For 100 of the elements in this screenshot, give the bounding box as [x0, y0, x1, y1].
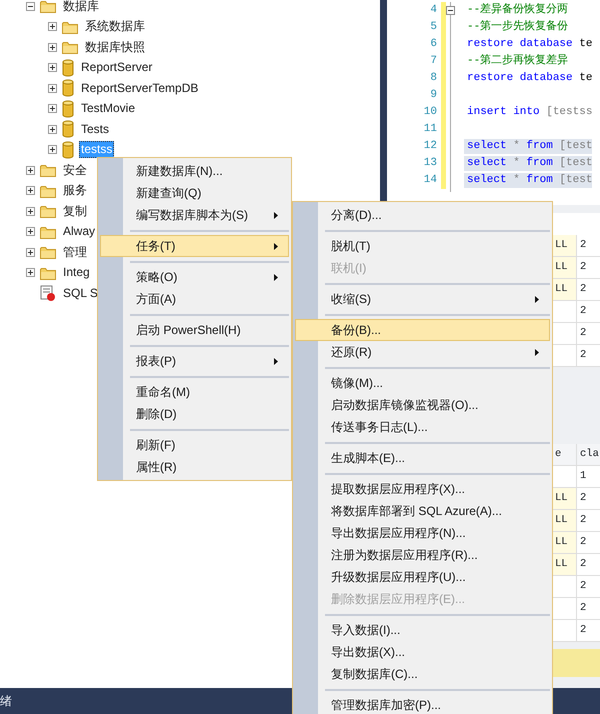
tree-item[interactable]: 安全 — [61, 162, 89, 179]
submenu-arrow-icon — [274, 358, 278, 364]
tree-item[interactable]: 服务 — [61, 182, 89, 200]
expand-icon[interactable] — [26, 206, 35, 216]
menu-item[interactable]: 任务(T) — [100, 235, 289, 257]
line-number: 11 — [424, 122, 438, 137]
submenu-arrow-icon — [274, 274, 278, 280]
grid-cell: 2 — [577, 576, 600, 598]
folder-icon — [40, 184, 56, 198]
expand-icon[interactable] — [48, 124, 57, 134]
code-line: --差异备份恢复分两 — [466, 3, 568, 18]
menu-item[interactable]: 升级数据层应用程序(U)... — [295, 566, 550, 588]
grid-cell: 2 — [577, 598, 600, 620]
menu-item[interactable]: 备份(B)... — [295, 319, 550, 341]
column-header[interactable]: cla — [577, 444, 600, 466]
grid-cell: 2 — [577, 301, 600, 323]
code-line: restore database te — [466, 71, 592, 86]
tree-item[interactable]: ReportServerTempDB — [79, 80, 200, 97]
expand-icon[interactable] — [26, 268, 35, 278]
line-number: 4 — [430, 3, 438, 18]
expand-icon[interactable] — [48, 63, 57, 72]
tree-item[interactable]: 系统数据库 — [83, 18, 147, 36]
expand-icon[interactable] — [48, 22, 57, 32]
line-number: 5 — [430, 20, 438, 35]
tree-item[interactable]: 数据库快照 — [83, 38, 147, 56]
tree-item[interactable]: 复制 — [61, 202, 89, 220]
menu-item[interactable]: 生成脚本(E)... — [295, 447, 550, 469]
status-text: 绪 — [0, 693, 12, 710]
collapse-icon[interactable] — [26, 2, 35, 11]
menu-item[interactable]: 编写数据库脚本为(S) — [100, 204, 289, 226]
menu-item[interactable]: 收缩(S) — [295, 288, 550, 310]
folder-icon — [40, 163, 56, 178]
grid-cell: LL — [553, 488, 577, 510]
menu-item[interactable]: 注册为数据层应用程序(R)... — [295, 544, 550, 566]
line-number: 8 — [430, 71, 438, 86]
menu-item[interactable]: 导入数据(I)... — [295, 619, 550, 641]
collapse-icon[interactable] — [446, 6, 455, 15]
submenu-arrow-icon — [274, 212, 278, 218]
menu-item[interactable]: 属性(R) — [100, 456, 289, 478]
folder-icon — [62, 40, 78, 54]
database-icon — [62, 79, 74, 98]
menu-item[interactable]: 重命名(M) — [100, 381, 289, 403]
menu-item[interactable]: 启动数据库镜像监视器(O)... — [295, 394, 550, 416]
agent-icon — [40, 285, 56, 302]
grid-cell: LL — [553, 279, 577, 301]
menu-item[interactable]: 将数据库部署到 SQL Azure(A)... — [295, 500, 550, 522]
line-number: 14 — [424, 173, 438, 188]
menu-item[interactable]: 刷新(F) — [100, 434, 289, 456]
menu-item[interactable]: 分离(D)... — [295, 204, 550, 226]
menu-item[interactable]: 新建数据库(N)... — [100, 160, 289, 182]
line-number: 10 — [424, 105, 438, 120]
menu-item[interactable]: 新建查询(Q) — [100, 182, 289, 204]
menu-item[interactable]: 启动 PowerShell(H) — [100, 319, 289, 341]
grid-cell: 2 — [577, 510, 600, 532]
expand-icon[interactable] — [26, 248, 35, 257]
code-line: --第二步再恢复差异 — [466, 54, 568, 69]
tree-item[interactable]: Integ — [61, 264, 92, 282]
tree-item[interactable]: Alway — [61, 223, 98, 240]
submenu-arrow-icon — [535, 348, 539, 356]
menu-item[interactable]: 方面(A) — [100, 288, 289, 310]
expand-icon[interactable] — [48, 42, 57, 52]
grid-cell: 2 — [577, 323, 600, 345]
folder-icon — [40, 224, 56, 239]
tree-item[interactable]: ReportServer — [79, 59, 154, 76]
menu-item[interactable]: 删除(D) — [100, 403, 289, 425]
code-line: restore database te — [466, 37, 592, 52]
menu-item[interactable]: 导出数据层应用程序(N)... — [295, 522, 550, 544]
grid-cell: 2 — [577, 532, 600, 554]
menu-item[interactable]: 导出数据(X)... — [295, 641, 550, 663]
folder-icon — [40, 266, 56, 280]
menu-item[interactable]: 提取数据层应用程序(X)... — [295, 478, 550, 500]
grid-cell: LL — [553, 510, 577, 532]
expand-icon[interactable] — [26, 166, 35, 175]
folder-icon — [62, 20, 78, 34]
menu-item[interactable]: 策略(O) — [100, 266, 289, 288]
grid-cell: LL — [553, 554, 577, 576]
menu-item[interactable]: 脱机(T) — [295, 235, 550, 257]
grid-cell: LL — [553, 257, 577, 279]
grid-cell: 1 — [577, 466, 600, 488]
menu-item[interactable]: 复制数据库(C)... — [295, 663, 550, 685]
expand-icon[interactable] — [48, 145, 57, 154]
tree-item[interactable]: TestMovie — [79, 100, 138, 118]
grid-cell: LL — [553, 532, 577, 554]
folder-icon — [40, 0, 56, 14]
expand-icon[interactable] — [48, 84, 57, 93]
submenu-arrow-icon — [535, 296, 539, 302]
database-icon — [62, 120, 74, 138]
tree-item[interactable]: 管理 — [61, 244, 89, 261]
expand-icon[interactable] — [48, 104, 57, 114]
tree-item[interactable]: Tests — [79, 120, 112, 138]
tree-item[interactable]: SQL S — [61, 284, 100, 302]
grid-cell: 2 — [577, 554, 600, 576]
menu-item[interactable]: 报表(P) — [100, 350, 289, 372]
menu-item[interactable]: 镜像(M)... — [295, 372, 550, 394]
expand-icon[interactable] — [26, 186, 35, 196]
expand-icon[interactable] — [26, 227, 35, 236]
code-editor[interactable]: 4 5 6 7 8 9 10 11 12 13 14 --差异备份恢复分两 --第一步先恢复备份 restore database te --第二步再恢复差异 restore database te insert into [testss select * from [test select * from [test select * from [test — [387, 0, 600, 205]
menu-item[interactable]: 还原(R) — [295, 341, 550, 363]
menu-item[interactable]: 传送事务日志(L)... — [295, 416, 550, 438]
menu-item[interactable]: 管理数据库加密(P)... — [295, 694, 550, 714]
